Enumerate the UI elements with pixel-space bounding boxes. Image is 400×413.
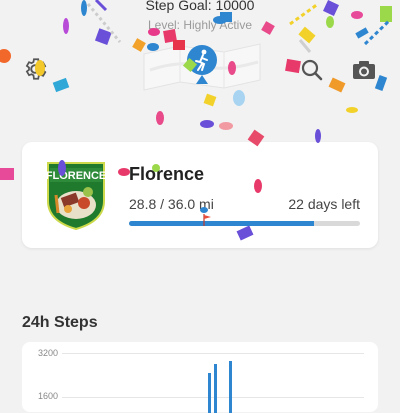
gridline xyxy=(62,353,364,354)
step-bar xyxy=(208,373,211,413)
challenge-card[interactable]: FLORENCE Florence 28.8 / 36.0 mi 22 days… xyxy=(22,142,378,248)
challenge-city: Florence xyxy=(129,164,205,184)
gear-icon xyxy=(25,58,47,80)
distance-progress-fill xyxy=(129,221,314,226)
step-goal-text: Step Goal: 10000 xyxy=(145,0,255,13)
days-left-text: 22 days left xyxy=(288,196,360,212)
search-icon xyxy=(301,59,323,81)
gridline xyxy=(62,397,364,398)
florence-badge: FLORENCE xyxy=(44,159,108,231)
badge-text: FLORENCE xyxy=(46,170,107,182)
distance-progress-text: 28.8 / 36.0 mi xyxy=(129,196,214,212)
steps-section-title: 24h Steps xyxy=(22,314,98,331)
camera-icon xyxy=(353,61,375,79)
y-tick-label: 3200 xyxy=(38,348,59,358)
distance-progress-bar xyxy=(129,221,360,226)
settings-button[interactable] xyxy=(20,54,50,84)
camera-button[interactable] xyxy=(349,55,379,85)
milestone-flag-icon xyxy=(203,214,211,226)
search-button[interactable] xyxy=(297,55,327,85)
route-map-button[interactable] xyxy=(140,40,264,94)
activity-level-text: Level: Highly Active xyxy=(147,18,253,32)
step-bar xyxy=(214,364,217,413)
steps-chart[interactable]: 3200 1600 xyxy=(22,342,378,413)
step-bar xyxy=(229,361,232,413)
map-walker-icon xyxy=(143,43,261,91)
